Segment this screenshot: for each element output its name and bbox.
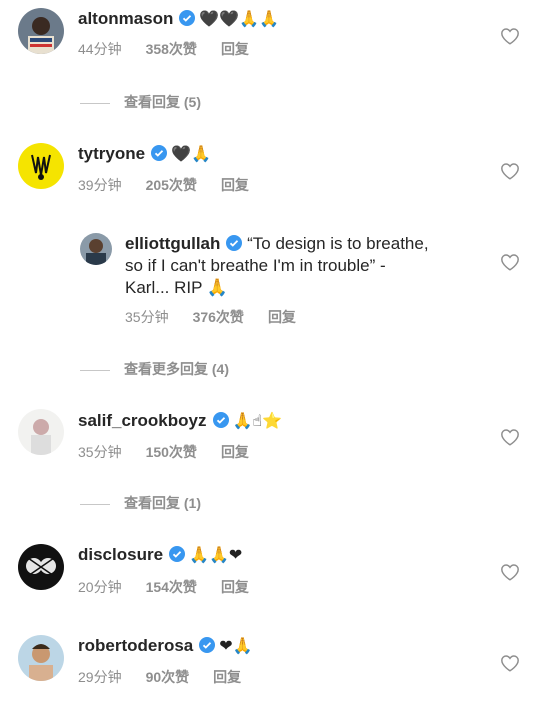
avatar[interactable] xyxy=(18,409,64,455)
emoji-text: 🙏🙏❤ xyxy=(189,545,243,564)
like-heart-icon[interactable] xyxy=(500,253,520,271)
avatar[interactable] xyxy=(18,143,64,189)
reply-button[interactable]: 回复 xyxy=(221,442,249,462)
likes-count[interactable]: 358次赞 xyxy=(146,39,197,59)
comment-time: 20分钟 xyxy=(78,579,122,595)
likes-count[interactable]: 150次赞 xyxy=(146,442,197,462)
likes-count[interactable]: 90次赞 xyxy=(146,667,190,687)
reply-button[interactable]: 回复 xyxy=(213,667,241,687)
like-heart-icon[interactable] xyxy=(500,162,520,180)
username[interactable]: elliottgullah xyxy=(125,234,220,253)
divider xyxy=(80,102,110,104)
divider xyxy=(80,503,110,505)
avatar[interactable] xyxy=(18,635,64,681)
avatar[interactable] xyxy=(18,544,64,590)
view-more-replies-button[interactable]: 查看更多回复 (4) xyxy=(80,359,229,379)
verified-badge-icon xyxy=(169,546,186,562)
username[interactable]: tytryone xyxy=(78,144,145,163)
like-heart-icon[interactable] xyxy=(500,563,520,581)
comment-time: 35分钟 xyxy=(78,444,122,460)
verified-badge-icon xyxy=(212,412,229,428)
emoji-text: 🖤🖤🙏🙏 xyxy=(199,9,280,28)
verified-badge-icon xyxy=(179,10,196,26)
comment-time: 29分钟 xyxy=(78,669,122,685)
verified-badge-icon xyxy=(199,637,216,653)
verified-badge-icon xyxy=(151,145,168,161)
username[interactable]: altonmason xyxy=(78,9,173,28)
reply-button[interactable]: 回复 xyxy=(221,39,249,59)
comment-time: 44分钟 xyxy=(78,41,122,57)
reply-button[interactable]: 回复 xyxy=(268,307,296,327)
emoji-text: ❤🙏 xyxy=(219,636,253,655)
emoji-text: 🖤🙏 xyxy=(171,144,211,163)
like-heart-icon[interactable] xyxy=(500,27,520,45)
likes-count[interactable]: 154次赞 xyxy=(146,577,197,597)
avatar[interactable] xyxy=(80,233,112,265)
username[interactable]: robertoderosa xyxy=(78,636,193,655)
view-replies-button[interactable]: 查看回复 (1) xyxy=(80,493,201,513)
likes-count[interactable]: 376次赞 xyxy=(193,307,244,327)
likes-count[interactable]: 205次赞 xyxy=(146,175,197,195)
verified-badge-icon xyxy=(226,235,243,251)
comment-time: 35分钟 xyxy=(125,309,169,325)
comment-text: “To design is to breathe, xyxy=(247,234,429,253)
comment-text: Karl... RIP 🙏 xyxy=(125,278,229,297)
like-heart-icon[interactable] xyxy=(500,654,520,672)
like-heart-icon[interactable] xyxy=(500,428,520,446)
reply-button[interactable]: 回复 xyxy=(221,175,249,195)
emoji-text: 🙏☝⭐ xyxy=(232,411,283,430)
view-replies-button[interactable]: 查看回复 (5) xyxy=(80,92,201,112)
reply-button[interactable]: 回复 xyxy=(221,577,249,597)
username[interactable]: disclosure xyxy=(78,545,163,564)
username[interactable]: salif_crookboyz xyxy=(78,411,207,430)
comment-text: so if I can't breathe I'm in trouble” - xyxy=(125,256,386,275)
comment-time: 39分钟 xyxy=(78,177,122,193)
divider xyxy=(80,369,110,371)
avatar[interactable] xyxy=(18,8,64,54)
